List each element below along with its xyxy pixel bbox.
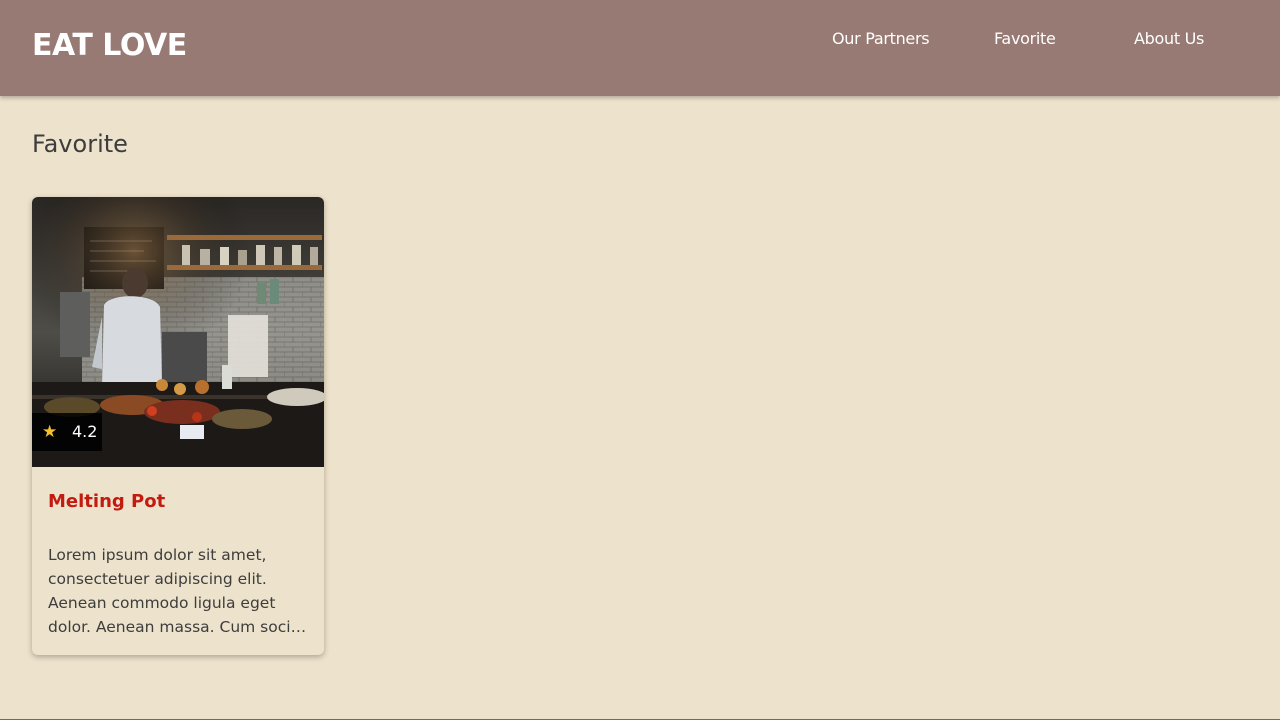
brand-logo[interactable]: EAT LOVE xyxy=(32,28,187,63)
navbar: EAT LOVE Our Partners Favorite About Us xyxy=(0,0,1280,96)
star-icon: ★ xyxy=(42,422,58,442)
restaurant-description: Lorem ipsum dolor sit amet, consectetuer… xyxy=(48,546,303,636)
nav-link-favorite[interactable]: Favorite xyxy=(994,29,1056,48)
restaurant-name[interactable]: Melting Pot xyxy=(48,491,165,512)
nav-link-our-partners[interactable]: Our Partners xyxy=(832,29,930,48)
restaurant-card[interactable]: ★ 4.2 Melting Pot Lorem ipsum dolor sit … xyxy=(32,197,324,655)
page-title: Favorite xyxy=(32,130,128,158)
rating-value: 4.2 xyxy=(72,422,98,441)
nav-link-about-us[interactable]: About Us xyxy=(1134,29,1204,48)
rating-badge: ★ 4.2 xyxy=(32,413,102,451)
